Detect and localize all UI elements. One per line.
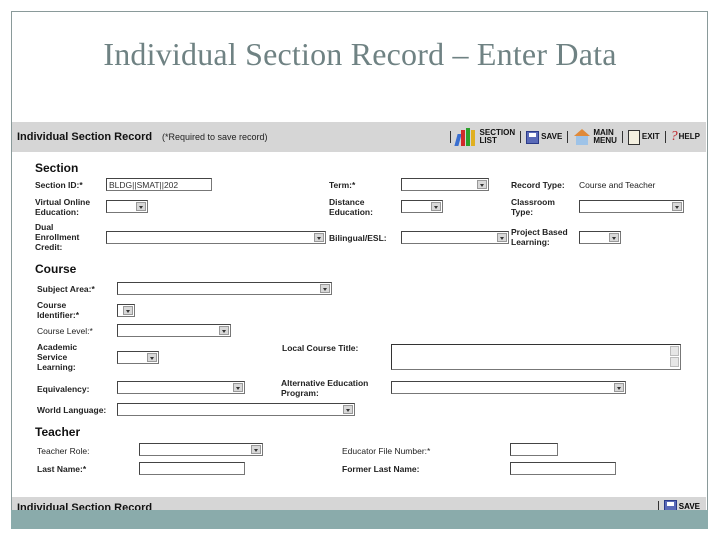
section-list-label-2: LIST (479, 136, 497, 145)
exit-button[interactable]: EXIT (627, 129, 660, 145)
chevron-down-icon (251, 445, 261, 454)
world-language-select[interactable] (117, 403, 355, 416)
bilingual-esl-label: Bilingual/ESL: (329, 233, 387, 243)
alt-education-select[interactable] (391, 381, 626, 394)
former-last-name-label: Former Last Name: (342, 464, 420, 474)
slide-title: Individual Section Record – Enter Data (103, 36, 617, 72)
toolbar-separator (449, 131, 451, 143)
course-level-select[interactable] (117, 324, 231, 337)
save-label: SAVE (541, 132, 563, 141)
virtual-online-select[interactable] (106, 200, 148, 213)
chevron-down-icon (431, 202, 441, 211)
equivalency-label: Equivalency: (37, 384, 90, 394)
last-name-input[interactable] (139, 462, 245, 475)
bilingual-esl-select[interactable] (401, 231, 509, 244)
chevron-down-icon (672, 202, 682, 211)
floppy-disk-icon (526, 130, 540, 144)
alt-education-label: Alternative Education Program: (281, 378, 369, 398)
chevron-down-icon (314, 233, 324, 242)
main-menu-label-2: MENU (593, 136, 617, 145)
toolbar-separator (621, 131, 623, 143)
local-course-title-textarea[interactable] (391, 344, 681, 370)
record-type-label: Record Type: (511, 180, 565, 190)
toolbar-separator (520, 131, 522, 143)
chevron-down-icon (147, 353, 157, 362)
house-icon (573, 129, 591, 145)
dual-enrollment-select[interactable] (106, 231, 326, 244)
course-identifier-label: Course Identifier:* (37, 300, 80, 320)
term-select[interactable] (401, 178, 489, 191)
project-based-select[interactable] (579, 231, 621, 244)
classroom-type-label: Classroom Type: (511, 197, 555, 217)
section-heading: Section (35, 161, 79, 175)
save-button[interactable]: SAVE (526, 130, 563, 144)
scroll-down-icon (670, 357, 679, 367)
chevron-down-icon (233, 383, 243, 392)
classroom-type-select[interactable] (579, 200, 684, 213)
project-based-label: Project Based Learning: (511, 227, 568, 247)
chevron-down-icon (477, 180, 487, 189)
chevron-down-icon (320, 284, 330, 293)
educator-file-number-input[interactable] (510, 443, 558, 456)
subject-area-label: Subject Area:* (37, 284, 95, 294)
chevron-down-icon (219, 326, 229, 335)
toolbar-separator (567, 131, 569, 143)
chevron-down-icon (497, 233, 507, 242)
course-level-label: Course Level:* (37, 326, 93, 336)
toolbar-separator (664, 131, 666, 143)
slide-bottom-band (11, 510, 708, 529)
last-name-label: Last Name:* (37, 464, 87, 474)
toolbar: SECTION LIST SAVE MAIN MENU EXIT ? HELP (445, 125, 700, 149)
dual-enrollment-label: Dual Enrollment Credit: (35, 222, 80, 252)
subject-area-select[interactable] (117, 282, 332, 295)
teacher-role-select[interactable] (139, 443, 263, 456)
exit-label: EXIT (641, 132, 660, 141)
form-title: Individual Section Record (17, 131, 153, 143)
world-language-label: World Language: (37, 405, 107, 415)
section-id-input[interactable]: BLDG||SMAT||202 (106, 178, 212, 191)
equivalency-select[interactable] (117, 381, 245, 394)
header-bar: Individual Section Record (*Required to … (12, 122, 706, 152)
help-label: HELP (678, 132, 700, 141)
question-mark-icon: ? (670, 129, 678, 144)
virtual-online-label: Virtual Online Education: (35, 197, 91, 217)
required-note: (*Required to save record) (162, 132, 268, 142)
books-icon (453, 128, 478, 146)
record-type-value: Course and Teacher (579, 180, 656, 190)
help-button[interactable]: ? HELP (671, 129, 700, 145)
chevron-down-icon (609, 233, 619, 242)
scroll-up-icon (670, 346, 679, 356)
door-exit-icon (627, 129, 640, 145)
term-label: Term:* (329, 180, 356, 190)
course-identifier-select[interactable] (117, 304, 135, 317)
local-course-title-label: Local Course Title: (282, 343, 359, 353)
main-menu-button[interactable]: MAIN MENU (573, 129, 617, 145)
distance-education-label: Distance Education: (329, 197, 373, 217)
chevron-down-icon (123, 306, 133, 315)
section-record-form: Individual Section Record (*Required to … (12, 122, 706, 512)
section-list-button[interactable]: SECTION LIST (453, 128, 515, 146)
scrollbar[interactable] (670, 346, 679, 368)
teacher-heading: Teacher (35, 425, 81, 439)
academic-service-select[interactable] (117, 351, 159, 364)
distance-education-select[interactable] (401, 200, 443, 213)
academic-service-label: Academic Service Learning: (37, 342, 78, 372)
course-heading: Course (35, 262, 77, 276)
chevron-down-icon (343, 405, 353, 414)
educator-file-number-label: Educator File Number:* (342, 446, 431, 456)
chevron-down-icon (136, 202, 146, 211)
section-id-label: Section ID:* (35, 180, 83, 190)
teacher-role-label: Teacher Role: (37, 446, 90, 456)
chevron-down-icon (614, 383, 624, 392)
former-last-name-input[interactable] (510, 462, 616, 475)
